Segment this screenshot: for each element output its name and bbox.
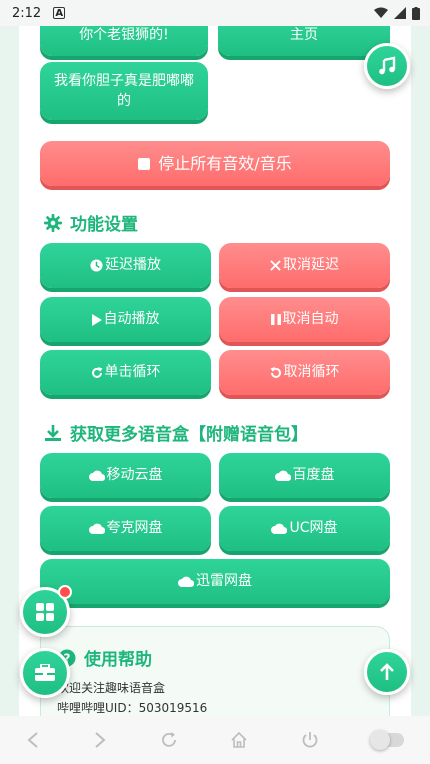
xunlei-pan-button[interactable]: 迅雷网盘 xyxy=(40,559,390,604)
sound-button-1-label: 你个老银狮的! xyxy=(79,26,169,43)
notification-dot xyxy=(58,585,72,599)
help-line-1: 欢迎关注趣味语音盒 xyxy=(57,681,166,695)
signal-icon xyxy=(394,7,406,19)
cloud-icon xyxy=(88,470,105,481)
stop-all-button[interactable]: 停止所有音效/音乐 xyxy=(40,141,390,186)
pause-icon xyxy=(270,314,281,325)
home-button-label: 主页 xyxy=(290,26,318,43)
main-page: 你个老银狮的! 主页 我看你胆子真是肥嘟嘟的 停止所有音效/音乐 功能设置 延迟 xyxy=(19,26,411,716)
settings-title: 功能设置 xyxy=(44,210,138,235)
gear-icon xyxy=(44,213,62,232)
music-icon xyxy=(379,56,396,75)
quark-pan-label: 夸克网盘 xyxy=(106,520,163,537)
night-mode-toggle[interactable] xyxy=(369,730,404,750)
help-line-2: 哔哩哔哩UID：503019516 xyxy=(57,701,208,715)
cancel-auto-button[interactable]: 取消自动 xyxy=(219,297,390,342)
click-loop-button[interactable]: 单击循环 xyxy=(40,350,211,395)
mobile-cloud-button[interactable]: 移动云盘 xyxy=(40,453,211,498)
auto-play-button[interactable]: 自动播放 xyxy=(40,297,211,342)
clock-icon xyxy=(90,259,103,272)
stop-all-label: 停止所有音效/音乐 xyxy=(158,153,292,173)
baidu-pan-label: 百度盘 xyxy=(292,467,335,484)
status-icons xyxy=(374,6,420,20)
auto-play-label: 自动播放 xyxy=(103,311,160,328)
back-icon[interactable] xyxy=(26,731,40,749)
cancel-loop-button[interactable]: 取消循环 xyxy=(219,350,390,395)
power-icon[interactable] xyxy=(301,731,319,749)
forward-icon[interactable] xyxy=(93,731,107,749)
click-loop-label: 单击循环 xyxy=(104,364,161,381)
cloud-icon xyxy=(271,523,288,534)
undo-icon xyxy=(270,366,282,379)
sound-button-2[interactable]: 我看你胆子真是肥嘟嘟的 xyxy=(40,62,208,120)
uc-pan-label: UC网盘 xyxy=(289,520,338,537)
grid-icon xyxy=(36,603,54,621)
toggle-knob xyxy=(369,730,390,750)
sound-button-2-label: 我看你胆子真是肥嘟嘟的 xyxy=(54,72,194,109)
apps-menu-button[interactable] xyxy=(20,585,72,637)
play-icon xyxy=(91,313,102,326)
scroll-top-button[interactable] xyxy=(364,649,410,695)
cancel-delay-button[interactable]: 取消延迟 xyxy=(219,243,390,288)
arrow-up-icon xyxy=(380,663,394,680)
cloud-icon xyxy=(274,470,291,481)
notification-icon: A xyxy=(53,7,66,19)
stop-icon xyxy=(138,157,151,170)
wifi-icon xyxy=(374,7,388,18)
delay-play-label: 延迟播放 xyxy=(105,257,161,274)
status-time: 2:12 xyxy=(12,5,42,21)
download-icon xyxy=(45,424,61,441)
browser-toolbar xyxy=(0,716,430,764)
help-card: ? 使用帮助 欢迎关注趣味语音盒 哔哩哔哩UID：503019516 xyxy=(40,626,390,716)
toolbox-button[interactable] xyxy=(20,648,70,698)
uc-pan-button[interactable]: UC网盘 xyxy=(219,506,390,551)
cancel-loop-label: 取消循环 xyxy=(283,364,340,381)
toolbox-icon xyxy=(35,664,55,681)
x-icon xyxy=(270,260,281,271)
settings-title-label: 功能设置 xyxy=(70,215,138,235)
cancel-delay-label: 取消延迟 xyxy=(283,257,339,274)
redo-icon xyxy=(91,366,103,379)
delay-play-button[interactable]: 延迟播放 xyxy=(40,243,211,288)
help-title-label: 使用帮助 xyxy=(84,650,152,670)
cloud-icon xyxy=(88,523,105,534)
home-button[interactable]: 主页 xyxy=(218,26,390,56)
battery-icon xyxy=(412,6,420,20)
sound-button-1[interactable]: 你个老银狮的! xyxy=(40,26,208,56)
mobile-cloud-label: 移动云盘 xyxy=(106,467,163,484)
home-icon[interactable] xyxy=(230,731,248,749)
xunlei-pan-label: 迅雷网盘 xyxy=(196,573,252,590)
cancel-auto-label: 取消自动 xyxy=(282,311,339,328)
quark-pan-button[interactable]: 夸克网盘 xyxy=(40,506,211,551)
downloads-title: 获取更多语音盒【附赠语音包】 xyxy=(44,420,308,445)
music-button[interactable] xyxy=(364,43,410,89)
downloads-title-label: 获取更多语音盒【附赠语音包】 xyxy=(70,425,308,445)
status-bar: 2:12 A xyxy=(0,0,430,26)
refresh-icon[interactable] xyxy=(160,731,178,749)
cloud-icon xyxy=(178,576,194,587)
help-title: ? 使用帮助 xyxy=(58,645,152,670)
baidu-pan-button[interactable]: 百度盘 xyxy=(219,453,390,498)
